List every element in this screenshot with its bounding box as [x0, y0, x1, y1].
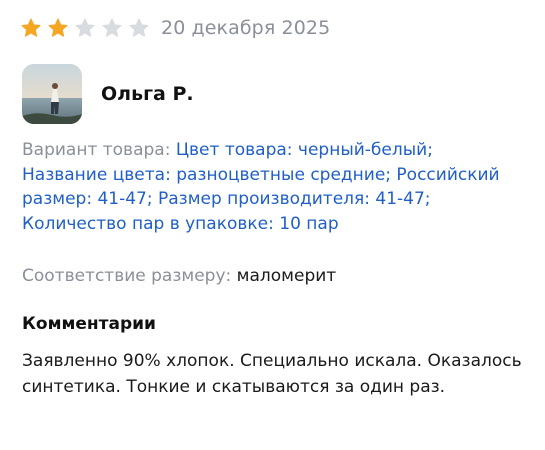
star-filled-icon [21, 18, 41, 37]
star-empty-icon [102, 18, 122, 37]
review-date: 20 декабря 2025 [161, 17, 331, 39]
star-empty-icon [75, 18, 95, 37]
rating-row: 20 декабря 2025 [20, 14, 330, 42]
author-row: Ольга Р. [22, 64, 194, 124]
star-filled-icon [48, 18, 68, 37]
product-variant: Вариант товара: Цвет товара: черный-белы… [22, 138, 522, 236]
comment-text: Заявленно 90% хлопок. Специально искала.… [22, 351, 522, 397]
size-fit-value: маломерит [236, 266, 337, 286]
size-fit-label: Соответствие размеру: [22, 266, 232, 286]
size-fit: Соответствие размеру: маломерит [22, 264, 336, 288]
variant-label: Вариант товара: [22, 140, 171, 160]
user-photo-avatar-icon [22, 64, 82, 124]
star-empty-icon [129, 18, 149, 37]
review-card: 20 декабря 2025 Ольга Р. Вариант товара:… [0, 0, 545, 450]
author-name: Ольга Р. [101, 83, 194, 105]
star-rating [20, 17, 155, 39]
avatar[interactable] [22, 64, 82, 124]
comments-heading: Комментарии [22, 314, 156, 334]
